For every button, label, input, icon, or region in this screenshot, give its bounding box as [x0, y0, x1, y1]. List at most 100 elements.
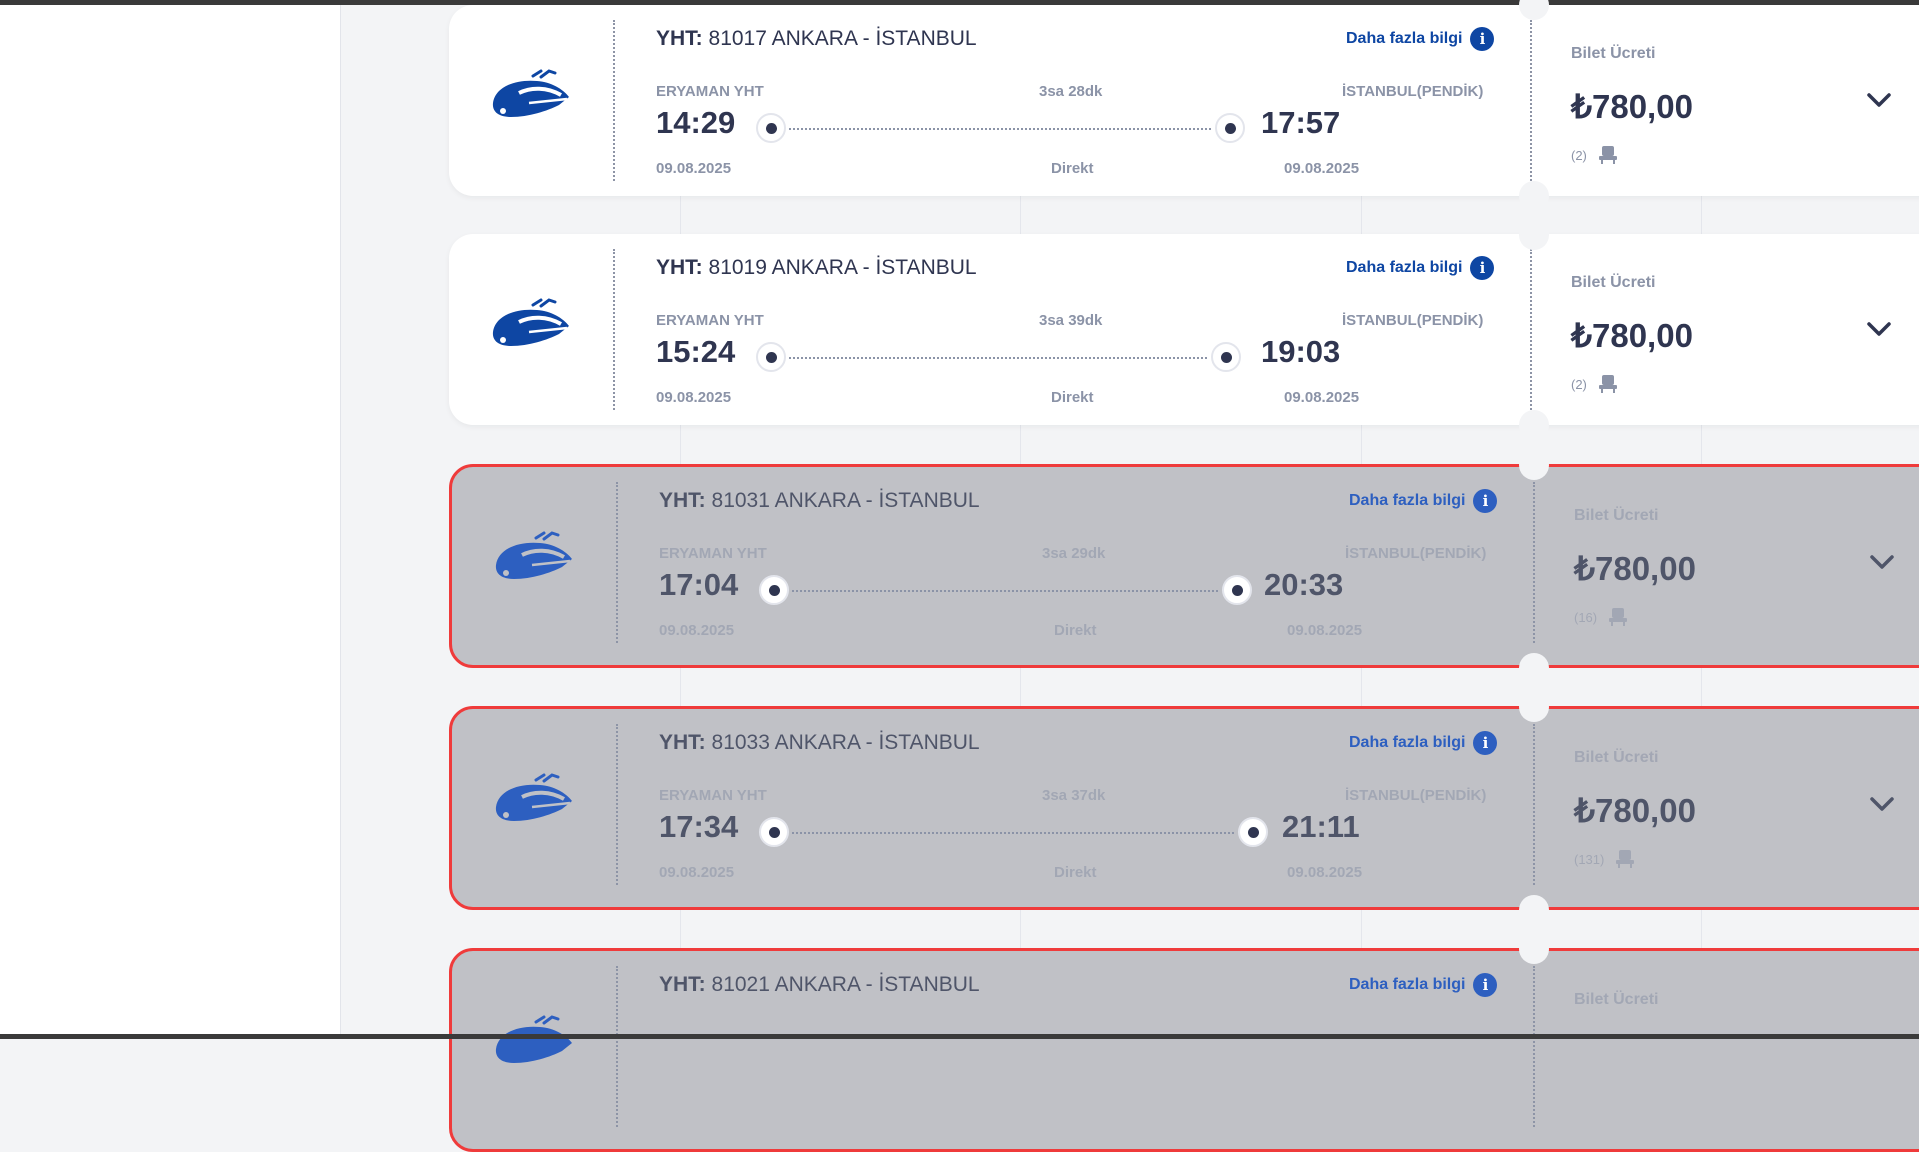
- seat-icon: [1609, 608, 1628, 626]
- arrival-marker: [1238, 817, 1268, 847]
- info-icon: i: [1473, 973, 1498, 997]
- departure-time: 14:29: [656, 105, 736, 140]
- more-info-link[interactable]: Daha fazla bilgi i: [1349, 489, 1498, 513]
- trip-card-unavailable[interactable]: YHT: 81021 ANKARA - İSTANBUL Daha fazla …: [449, 948, 1919, 1152]
- arrival-date: 09.08.2025: [1284, 160, 1360, 177]
- price-label: Bilet Ücreti: [1574, 749, 1659, 766]
- browser-bottom-bar: [0, 1034, 1919, 1039]
- direct-label: Direkt: [1054, 622, 1097, 639]
- route-line: [789, 128, 1211, 130]
- departure-time: 17:34: [659, 809, 739, 844]
- price-label: Bilet Ücreti: [1571, 45, 1656, 62]
- seat-icon: [1616, 850, 1635, 868]
- arrival-date: 09.08.2025: [1284, 389, 1360, 406]
- card-separator: [616, 724, 618, 885]
- arrival-time: 19:03: [1261, 334, 1341, 369]
- seat-count: (131): [1574, 849, 1636, 869]
- trip-duration: 3sa 37dk: [1042, 787, 1106, 804]
- more-info-link[interactable]: Daha fazla bilgi i: [1346, 256, 1495, 280]
- arrival-station: İSTANBUL(PENDİK): [1342, 83, 1484, 100]
- ticket-notch: [1519, 410, 1549, 440]
- ticket-notch: [1519, 692, 1549, 722]
- train-title: YHT: 81021 ANKARA - İSTANBUL: [659, 973, 980, 996]
- departure-marker: [759, 575, 789, 605]
- chevron-down-icon[interactable]: [1866, 320, 1892, 338]
- trip-duration: 3sa 39dk: [1039, 312, 1103, 329]
- arrival-marker: [1211, 342, 1241, 372]
- more-info-link[interactable]: Daha fazla bilgi i: [1349, 973, 1498, 997]
- card-separator: [616, 966, 618, 1127]
- direct-label: Direkt: [1051, 389, 1094, 406]
- train-icon: [495, 773, 572, 821]
- trip-card[interactable]: YHT: 81019 ANKARA - İSTANBUL Daha fazla …: [449, 234, 1919, 425]
- ticket-notch: [1519, 653, 1549, 683]
- seat-count: (16): [1574, 607, 1629, 627]
- card-separator: [1530, 249, 1532, 410]
- info-icon: i: [1470, 256, 1495, 280]
- arrival-marker: [1215, 113, 1245, 143]
- arrival-date: 09.08.2025: [1287, 622, 1363, 639]
- train-title: YHT: 81033 ANKARA - İSTANBUL: [659, 731, 980, 754]
- departure-marker: [756, 342, 786, 372]
- seat-icon: [1598, 375, 1617, 393]
- route-line: [792, 590, 1218, 592]
- price-label: Bilet Ücreti: [1574, 507, 1659, 524]
- info-icon: i: [1470, 27, 1495, 51]
- price: ₺780,00: [1571, 317, 1693, 354]
- chevron-down-icon[interactable]: [1869, 553, 1895, 571]
- trip-duration: 3sa 28dk: [1039, 83, 1103, 100]
- trip-card-unavailable[interactable]: YHT: 81033 ANKARA - İSTANBUL Daha fazla …: [449, 706, 1919, 910]
- arrival-time: 17:57: [1261, 105, 1341, 140]
- ticket-notch: [1519, 450, 1549, 480]
- trip-card[interactable]: YHT: 81017 ANKARA - İSTANBUL Daha fazla …: [449, 5, 1919, 196]
- arrival-station: İSTANBUL(PENDİK): [1342, 312, 1484, 329]
- chevron-down-icon[interactable]: [1869, 795, 1895, 813]
- ticket-notch: [1519, 934, 1549, 964]
- arrival-time: 21:11: [1282, 809, 1360, 844]
- train-title: YHT: 81019 ANKARA - İSTANBUL: [656, 256, 977, 279]
- card-separator: [613, 20, 615, 181]
- arrival-station: İSTANBUL(PENDİK): [1345, 787, 1487, 804]
- card-separator: [1533, 966, 1535, 1127]
- card-separator: [1533, 724, 1535, 885]
- more-info-link[interactable]: Daha fazla bilgi i: [1346, 27, 1495, 51]
- direct-label: Direkt: [1051, 160, 1094, 177]
- train-icon: [492, 69, 569, 117]
- train-icon: [495, 1015, 572, 1063]
- more-info-link[interactable]: Daha fazla bilgi i: [1349, 731, 1498, 755]
- departure-station: ERYAMAN YHT: [656, 312, 764, 329]
- arrival-marker: [1222, 575, 1252, 605]
- departure-marker: [756, 113, 786, 143]
- arrival-station: İSTANBUL(PENDİK): [1345, 545, 1487, 562]
- price: ₺780,00: [1574, 550, 1696, 587]
- departure-date: 09.08.2025: [659, 622, 735, 639]
- card-separator: [613, 249, 615, 410]
- price: ₺780,00: [1574, 792, 1696, 829]
- route-line: [792, 832, 1234, 834]
- departure-station: ERYAMAN YHT: [659, 545, 767, 562]
- direct-label: Direkt: [1054, 864, 1097, 881]
- departure-station: ERYAMAN YHT: [659, 787, 767, 804]
- ticket-notch: [1519, 895, 1549, 925]
- chevron-down-icon[interactable]: [1866, 91, 1892, 109]
- card-separator: [1533, 482, 1535, 643]
- filter-sidebar: [0, 5, 341, 1034]
- arrival-time: 20:33: [1264, 567, 1344, 602]
- seat-count: (2): [1571, 145, 1619, 165]
- info-icon: i: [1473, 489, 1498, 513]
- train-title: YHT: 81017 ANKARA - İSTANBUL: [656, 27, 977, 50]
- ticket-notch: [1519, 181, 1549, 211]
- train-title: YHT: 81031 ANKARA - İSTANBUL: [659, 489, 980, 512]
- departure-date: 09.08.2025: [656, 160, 732, 177]
- route-line: [789, 357, 1207, 359]
- train-icon: [492, 298, 569, 346]
- seat-count: (2): [1571, 374, 1619, 394]
- card-separator: [1530, 20, 1532, 181]
- trip-card-unavailable[interactable]: YHT: 81031 ANKARA - İSTANBUL Daha fazla …: [449, 464, 1919, 668]
- info-icon: i: [1473, 731, 1498, 755]
- seat-icon: [1598, 146, 1617, 164]
- ticket-notch: [1519, 220, 1549, 250]
- arrival-date: 09.08.2025: [1287, 864, 1363, 881]
- price: ₺780,00: [1571, 88, 1693, 125]
- train-icon: [495, 531, 572, 579]
